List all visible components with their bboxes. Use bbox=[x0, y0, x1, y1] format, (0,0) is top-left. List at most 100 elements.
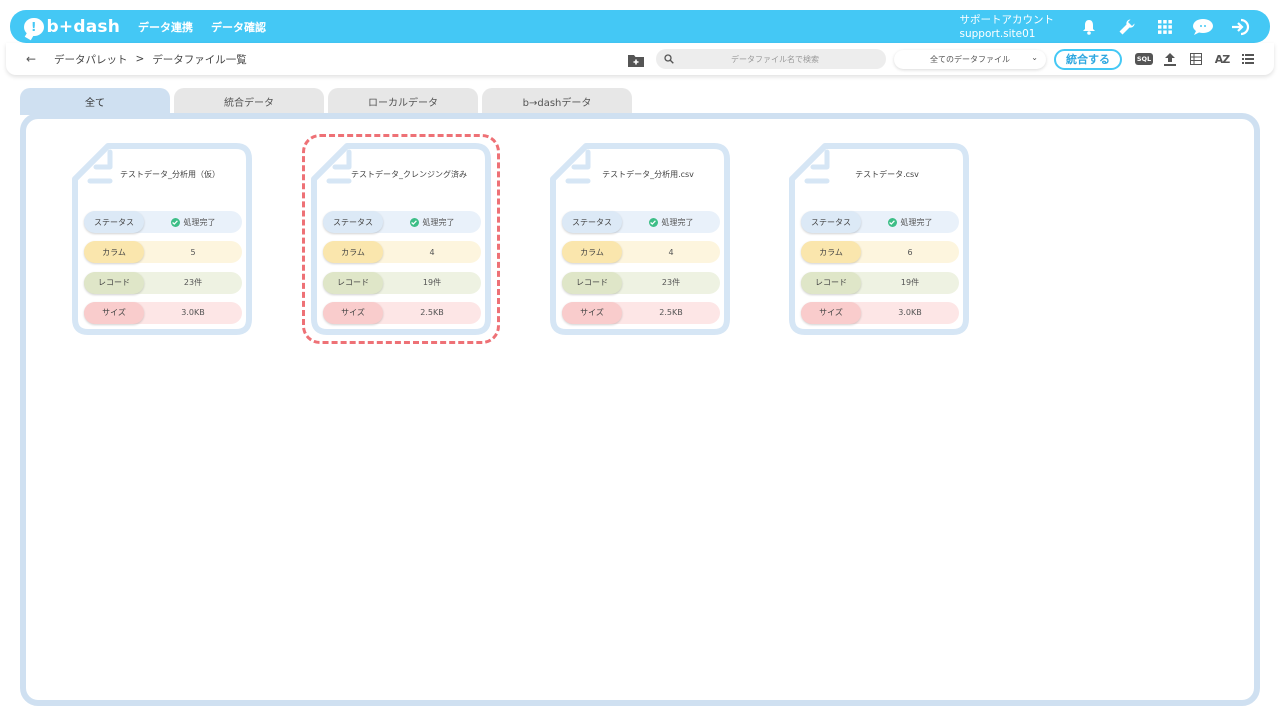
status-text: 処理完了 bbox=[422, 217, 455, 227]
file-filter-select[interactable]: 全てのデータファイル ⌄ bbox=[894, 49, 1046, 69]
status-value: 処理完了 bbox=[144, 217, 242, 228]
sort-az-button[interactable]: AZ bbox=[1210, 49, 1234, 69]
record-label: レコード bbox=[84, 271, 144, 294]
list-view-icon[interactable] bbox=[1236, 49, 1260, 69]
tab-local-data[interactable]: ローカルデータ bbox=[328, 88, 478, 115]
file-name: テストデータ_分析用.csv bbox=[602, 170, 694, 179]
size-label: サイズ bbox=[562, 301, 622, 324]
search-icon bbox=[664, 54, 674, 64]
record-row: レコード 23件 bbox=[84, 271, 242, 294]
record-row: レコード 23件 bbox=[562, 271, 720, 294]
file-card[interactable]: テストデータ_分析用.csv ステータス 処理完了 カラム 4 レコード 23件 bbox=[548, 141, 732, 337]
file-card[interactable]: テストデータ.csv ステータス 処理完了 カラム 6 レコード 19件 サイズ… bbox=[787, 141, 971, 337]
search-box bbox=[656, 49, 886, 69]
file-stats: ステータス 処理完了 カラム 4 レコード 19件 サイズ 2.5KB bbox=[323, 211, 481, 332]
file-name: テストデータ.csv bbox=[855, 170, 919, 179]
status-row: ステータス 処理完了 bbox=[562, 211, 720, 233]
column-value: 6 bbox=[907, 247, 913, 257]
sql-icon: SQL bbox=[1134, 53, 1154, 65]
size-label: サイズ bbox=[323, 301, 383, 324]
size-row: サイズ 3.0KB bbox=[84, 301, 242, 324]
tab-all[interactable]: 全て bbox=[20, 88, 170, 115]
file-card-grid: テストデータ_分析用（仮） ステータス 処理完了 カラム 5 レコード 23件 bbox=[26, 119, 1254, 700]
check-circle-icon bbox=[887, 217, 897, 227]
upload-icon[interactable] bbox=[1158, 49, 1182, 69]
logout-icon[interactable] bbox=[1222, 10, 1260, 43]
file-list-panel: テストデータ_分析用（仮） ステータス 処理完了 カラム 5 レコード 23件 bbox=[20, 113, 1260, 706]
size-row: サイズ 2.5KB bbox=[562, 301, 720, 324]
status-value: 処理完了 bbox=[383, 217, 481, 228]
file-name: テストデータ_分析用（仮） bbox=[120, 170, 220, 179]
size-value: 2.5KB bbox=[659, 308, 683, 318]
tab-merged-data[interactable]: 統合データ bbox=[174, 88, 324, 115]
column-label: カラム bbox=[84, 241, 144, 264]
column-row: カラム 6 bbox=[801, 241, 959, 264]
tab-bdash-data[interactable]: b→dashデータ bbox=[482, 88, 632, 115]
breadcrumb: データパレット > データファイル一覧 bbox=[54, 52, 247, 67]
record-label: レコード bbox=[323, 271, 383, 294]
status-label: ステータス bbox=[84, 211, 144, 233]
record-value: 19件 bbox=[422, 278, 442, 288]
record-label: レコード bbox=[801, 271, 861, 294]
account-info[interactable]: サポートアカウント support.site01 bbox=[960, 13, 1055, 41]
logo[interactable]: ! b+dash bbox=[24, 17, 120, 37]
nav-data-check[interactable]: データ確認 bbox=[211, 19, 266, 35]
status-row: ステータス 処理完了 bbox=[801, 211, 959, 233]
record-row: レコード 19件 bbox=[801, 271, 959, 294]
breadcrumb-separator: > bbox=[135, 53, 145, 65]
size-label: サイズ bbox=[84, 301, 144, 324]
file-name: テストデータ_クレンジング済み bbox=[351, 170, 467, 179]
file-card[interactable]: テストデータ_クレンジング済み ステータス 処理完了 カラム 4 レコード 19… bbox=[302, 134, 500, 344]
status-text: 処理完了 bbox=[900, 217, 933, 227]
chat-icon[interactable] bbox=[1184, 10, 1222, 43]
status-value: 処理完了 bbox=[622, 217, 720, 228]
bell-icon[interactable] bbox=[1070, 10, 1108, 43]
chevron-down-icon: ⌄ bbox=[1031, 52, 1038, 62]
column-value: 4 bbox=[429, 247, 435, 257]
breadcrumb-current: データファイル一覧 bbox=[152, 53, 247, 66]
status-value: 処理完了 bbox=[861, 217, 959, 228]
status-row: ステータス 処理完了 bbox=[84, 211, 242, 233]
toolbar: ← データパレット > データファイル一覧 全てのデータファイル ⌄ 統合する … bbox=[6, 43, 1274, 75]
grid-icon[interactable] bbox=[1146, 10, 1184, 43]
logo-bubble-icon: ! bbox=[24, 17, 44, 36]
column-label: カラム bbox=[562, 241, 622, 264]
toolbar-actions: 全てのデータファイル ⌄ 統合する SQL AZ bbox=[628, 48, 1274, 70]
record-value: 19件 bbox=[900, 278, 920, 288]
status-label: ステータス bbox=[801, 211, 861, 233]
table-view-icon[interactable] bbox=[1184, 49, 1208, 69]
record-value: 23件 bbox=[183, 278, 203, 288]
add-folder-icon[interactable] bbox=[628, 52, 646, 67]
wrench-icon[interactable] bbox=[1108, 10, 1146, 43]
check-circle-icon bbox=[409, 217, 419, 227]
back-arrow-icon[interactable]: ← bbox=[26, 52, 40, 66]
file-stats: ステータス 処理完了 カラム 5 レコード 23件 サイズ 3.0KB bbox=[84, 211, 242, 332]
column-row: カラム 5 bbox=[84, 241, 242, 264]
logo-text: b+dash bbox=[46, 16, 120, 37]
status-text: 処理完了 bbox=[661, 217, 694, 227]
column-label: カラム bbox=[801, 241, 861, 264]
record-value: 23件 bbox=[661, 278, 681, 288]
file-card[interactable]: テストデータ_分析用（仮） ステータス 処理完了 カラム 5 レコード 23件 bbox=[70, 141, 254, 337]
size-value: 2.5KB bbox=[420, 308, 444, 318]
sort-az-icon: AZ bbox=[1214, 52, 1230, 66]
file-stats: ステータス 処理完了 カラム 6 レコード 19件 サイズ 3.0KB bbox=[801, 211, 959, 332]
merge-button[interactable]: 統合する bbox=[1054, 48, 1122, 70]
file-filter-value: 全てのデータファイル bbox=[930, 54, 1010, 64]
sql-button[interactable]: SQL bbox=[1132, 49, 1156, 69]
size-row: サイズ 3.0KB bbox=[801, 301, 959, 324]
header-icons bbox=[1070, 10, 1260, 43]
size-value: 3.0KB bbox=[898, 308, 922, 318]
status-row: ステータス 処理完了 bbox=[323, 211, 481, 233]
file-stats: ステータス 処理完了 カラム 4 レコード 23件 サイズ 2.5KB bbox=[562, 211, 720, 332]
header-bar: ! b+dash データ連携 データ確認 サポートアカウント support.s… bbox=[10, 10, 1270, 43]
record-label: レコード bbox=[562, 271, 622, 294]
status-label: ステータス bbox=[562, 211, 622, 233]
status-label: ステータス bbox=[323, 211, 383, 233]
column-row: カラム 4 bbox=[562, 241, 720, 264]
nav-data-integration[interactable]: データ連携 bbox=[138, 19, 193, 35]
main-nav: データ連携 データ確認 bbox=[138, 19, 284, 35]
search-input[interactable] bbox=[680, 54, 870, 64]
breadcrumb-data-palette[interactable]: データパレット bbox=[54, 52, 128, 67]
file-tabs: 全て 統合データ ローカルデータ b→dashデータ bbox=[20, 88, 636, 115]
